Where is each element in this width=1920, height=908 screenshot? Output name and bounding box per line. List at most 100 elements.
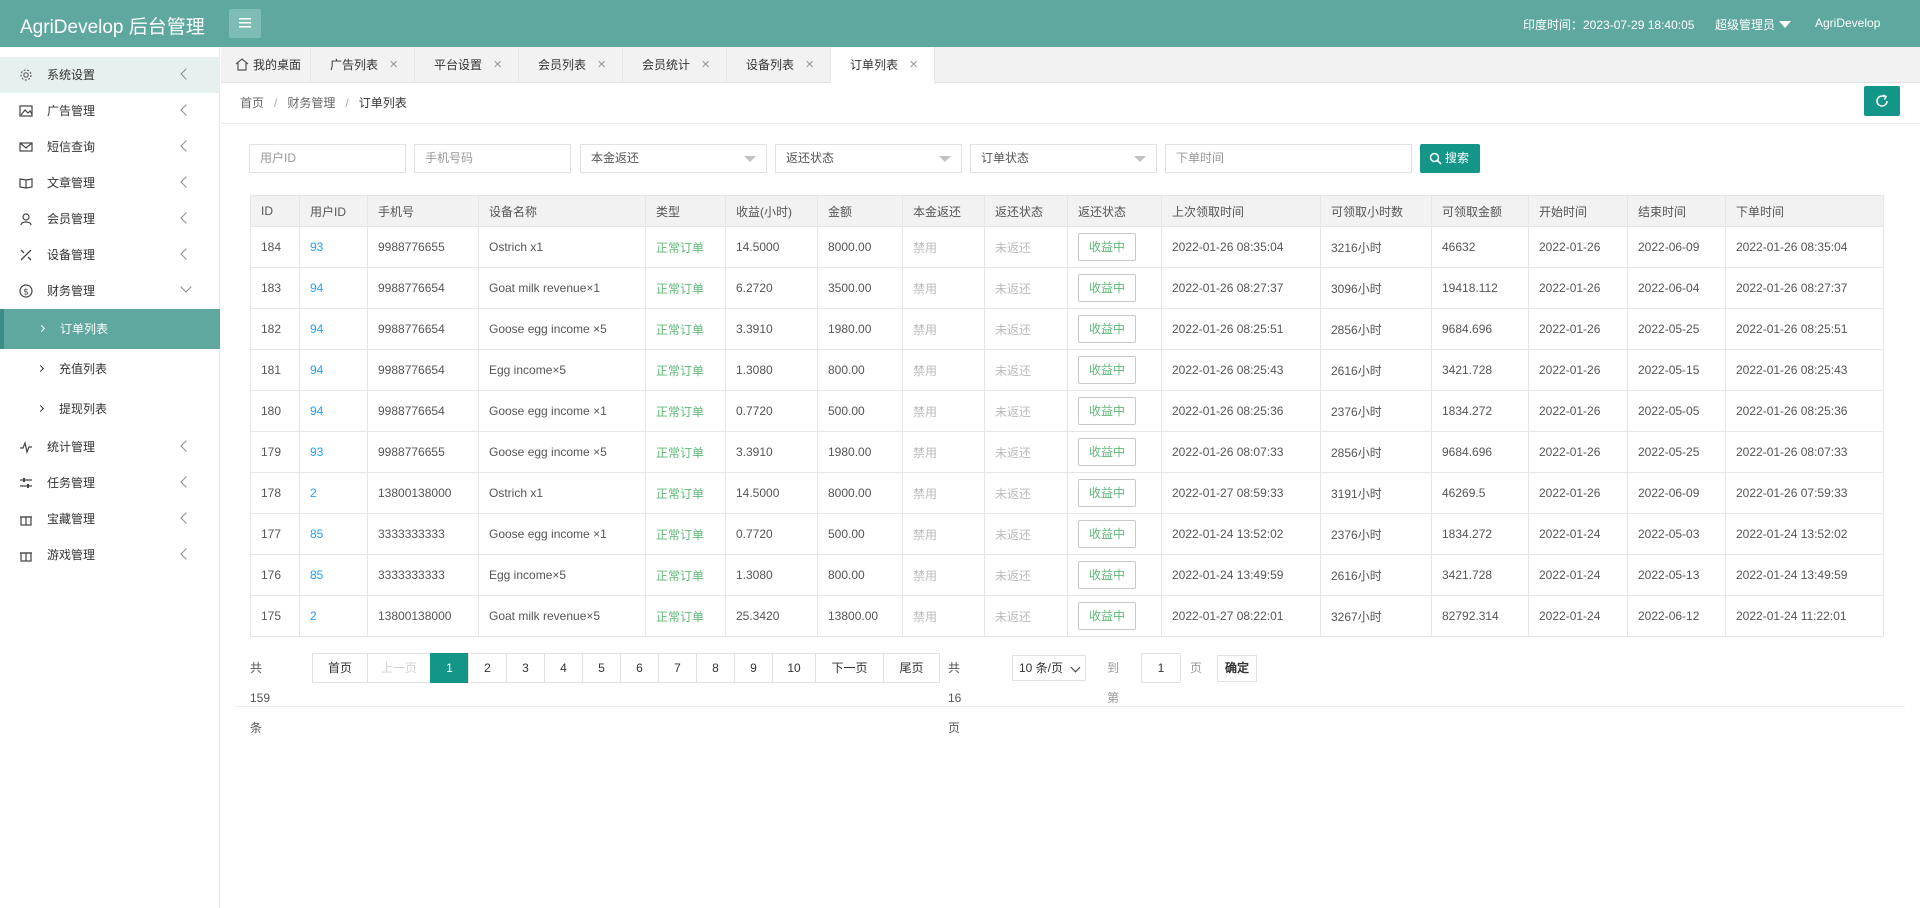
goto-page-input[interactable]: 1: [1141, 653, 1181, 683]
principal-return-select[interactable]: 本金返还: [580, 144, 767, 173]
col-principal-return: 本金返还: [902, 195, 985, 227]
cell-user-id[interactable]: 85: [299, 554, 368, 596]
cell-last-claim-time: 2022-01-24 13:52:02: [1161, 513, 1321, 555]
col-device-name: 设备名称: [478, 195, 646, 227]
page-1[interactable]: 1: [430, 653, 469, 683]
cell-order-time: 2022-01-26 08:07:33: [1725, 431, 1884, 473]
cell-user-id[interactable]: 94: [299, 267, 368, 309]
sidebar-item-treasure[interactable]: 宝藏管理: [0, 501, 220, 537]
sidebar-item-label: 会员管理: [47, 212, 96, 226]
page-next[interactable]: 下一页: [815, 653, 884, 683]
server-time: 印度时间：2023-07-29 18:40:05: [1523, 18, 1695, 32]
tab-desktop[interactable]: 我的桌面: [221, 47, 311, 83]
sidebar-item-finance[interactable]: $ 财务管理: [0, 273, 220, 309]
earning-status-button[interactable]: 收益中: [1078, 438, 1137, 466]
cell-user-id[interactable]: 93: [299, 431, 368, 473]
sidebar-subitem-recharge[interactable]: 充值列表: [0, 349, 220, 389]
cell-income-hour: 1.3080: [725, 349, 818, 391]
brand-user[interactable]: AgriDevelop: [1815, 16, 1880, 30]
sidebar-item-members[interactable]: 会员管理: [0, 201, 220, 237]
page-9[interactable]: 9: [734, 653, 773, 683]
cell-end-time: 2022-05-05: [1627, 390, 1726, 432]
page-8[interactable]: 8: [696, 653, 735, 683]
page-2[interactable]: 2: [468, 653, 507, 683]
search-button[interactable]: 搜索: [1420, 144, 1480, 173]
earning-status-button[interactable]: 收益中: [1078, 520, 1137, 548]
tab-member-list[interactable]: 会员列表 ×: [519, 47, 623, 83]
cell-last-claim-time: 2022-01-26 08:25:36: [1161, 390, 1321, 432]
pagination-total: 共 159 条: [250, 661, 271, 735]
cell-income-hour: 1.3080: [725, 554, 818, 596]
menu-toggle-button[interactable]: [229, 9, 261, 38]
goto-confirm-button[interactable]: 确定: [1217, 655, 1257, 682]
cell-principal-return: 禁用: [902, 472, 985, 514]
close-icon[interactable]: ×: [909, 47, 918, 83]
admin-menu[interactable]: 超级管理员: [1715, 16, 1792, 33]
gear-icon: [20, 69, 32, 81]
cell-last-claim-time: 2022-01-26 08:25:43: [1161, 349, 1321, 391]
chevron-down-icon: [180, 281, 192, 293]
earning-status-button[interactable]: 收益中: [1078, 479, 1137, 507]
close-icon[interactable]: ×: [701, 47, 710, 83]
cell-id: 180: [250, 390, 300, 432]
cell-device-name: Goat milk revenue×5: [478, 595, 646, 637]
return-status-select[interactable]: 返还状态: [775, 144, 962, 173]
page-last[interactable]: 尾页: [883, 653, 940, 683]
earning-status-button[interactable]: 收益中: [1078, 561, 1137, 589]
earning-status-button[interactable]: 收益中: [1078, 233, 1137, 261]
breadcrumb-finance[interactable]: 财务管理: [287, 96, 335, 110]
close-icon[interactable]: ×: [493, 47, 502, 83]
page-10[interactable]: 10: [772, 653, 816, 683]
order-time-input[interactable]: 下单时间: [1165, 144, 1412, 173]
sidebar-item-tasks[interactable]: 任务管理: [0, 465, 220, 501]
tab-label: 会员列表: [538, 58, 587, 72]
tab-ads-list[interactable]: 广告列表 ×: [311, 47, 415, 83]
cell-user-id[interactable]: 94: [299, 308, 368, 350]
sidebar-item-devices[interactable]: 设备管理: [0, 237, 220, 273]
sidebar-subitem-orders[interactable]: 订单列表: [0, 309, 220, 349]
sidebar-subitem-withdraw[interactable]: 提现列表: [0, 389, 220, 429]
user-id-input[interactable]: 用户ID: [249, 144, 406, 173]
sidebar-item-games[interactable]: 游戏管理: [0, 537, 220, 573]
earning-status-button[interactable]: 收益中: [1078, 315, 1137, 343]
page-6[interactable]: 6: [620, 653, 659, 683]
earning-status-button[interactable]: 收益中: [1078, 356, 1137, 384]
cell-user-id[interactable]: 2: [299, 595, 368, 637]
page-first[interactable]: 首页: [312, 653, 368, 683]
order-status-select[interactable]: 订单状态: [970, 144, 1157, 173]
close-icon[interactable]: ×: [389, 47, 398, 83]
caret-down-icon: [1134, 156, 1146, 162]
earning-status-button[interactable]: 收益中: [1078, 602, 1137, 630]
per-page-select[interactable]: 10 条/页: [1012, 655, 1086, 681]
page-3[interactable]: 3: [506, 653, 545, 683]
tab-device-list[interactable]: 设备列表 ×: [727, 47, 831, 83]
page-5[interactable]: 5: [582, 653, 621, 683]
close-icon[interactable]: ×: [805, 47, 814, 83]
sidebar-item-stats[interactable]: 统计管理: [0, 429, 220, 465]
cell-user-id[interactable]: 2: [299, 472, 368, 514]
cell-user-id[interactable]: 94: [299, 349, 368, 391]
cell-user-id[interactable]: 85: [299, 513, 368, 555]
tab-order-list[interactable]: 订单列表 ×: [831, 47, 935, 84]
cell-order-time: 2022-01-26 08:25:51: [1725, 308, 1884, 350]
cell-income-hour: 0.7720: [725, 513, 818, 555]
sidebar-item-system-settings[interactable]: 系统设置: [0, 57, 220, 93]
tab-platform-settings[interactable]: 平台设置 ×: [415, 47, 519, 83]
tab-member-stats[interactable]: 会员统计 ×: [623, 47, 727, 83]
refresh-button[interactable]: [1864, 86, 1900, 116]
breadcrumb-home[interactable]: 首页: [240, 96, 264, 110]
page-4[interactable]: 4: [544, 653, 583, 683]
table-header: ID 用户ID 手机号 设备名称 类型 收益(小时) 金额 本金返还 返还状态 …: [250, 195, 1884, 227]
sidebar-item-sms[interactable]: 短信查询: [0, 129, 220, 165]
phone-input[interactable]: 手机号码: [414, 144, 571, 173]
page-7[interactable]: 7: [658, 653, 697, 683]
cell-claimable-amount: 1834.272: [1431, 390, 1529, 432]
sidebar-item-articles[interactable]: 文章管理: [0, 165, 220, 201]
close-icon[interactable]: ×: [597, 47, 606, 83]
cell-user-id[interactable]: 93: [299, 226, 368, 268]
earning-status-button[interactable]: 收益中: [1078, 274, 1137, 302]
sidebar-item-ads[interactable]: 广告管理: [0, 93, 220, 129]
earning-status-button[interactable]: 收益中: [1078, 397, 1137, 425]
cell-user-id[interactable]: 94: [299, 390, 368, 432]
page-prev[interactable]: 上一页: [367, 653, 431, 683]
